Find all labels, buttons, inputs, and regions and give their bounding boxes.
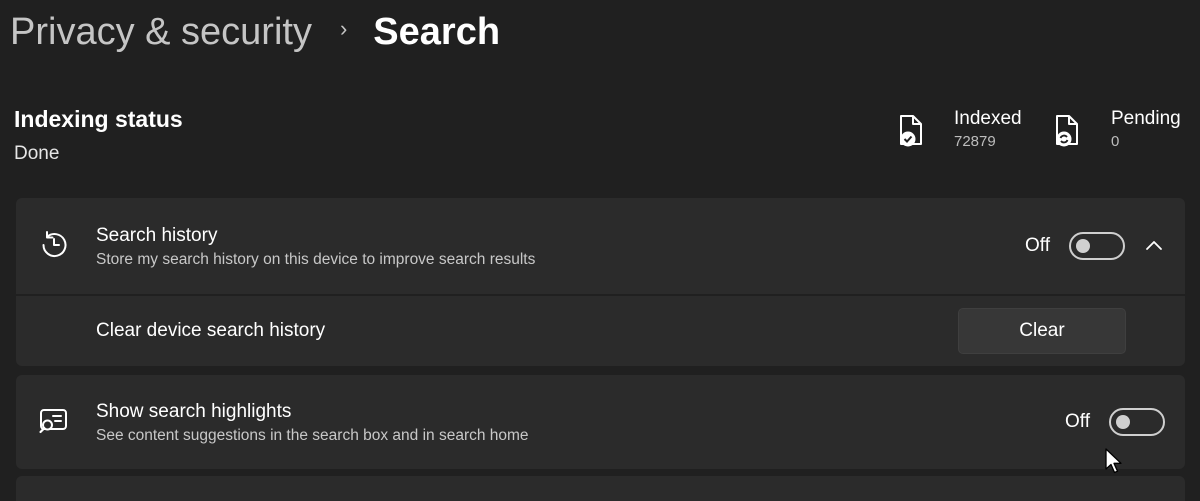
history-icon bbox=[42, 231, 67, 258]
indexed-stat: Indexed 72879 bbox=[898, 108, 1022, 150]
search-history-card[interactable]: Search history Store my search history o… bbox=[16, 198, 1185, 294]
pending-count: 0 bbox=[1111, 133, 1120, 150]
indexed-label: Indexed bbox=[954, 108, 1022, 129]
breadcrumb: Privacy & security › Search bbox=[10, 6, 500, 58]
indexed-count: 72879 bbox=[954, 133, 996, 150]
toggle-knob bbox=[1076, 239, 1090, 253]
search-highlights-toggle-group: Off bbox=[1065, 408, 1165, 436]
clear-button[interactable]: Clear bbox=[958, 308, 1126, 354]
search-highlights-icon bbox=[39, 409, 67, 434]
clear-history-title: Clear device search history bbox=[96, 320, 326, 341]
search-history-description: Store my search history on this device t… bbox=[96, 251, 536, 268]
pending-label: Pending bbox=[1111, 108, 1181, 129]
mouse-cursor-icon bbox=[1105, 448, 1122, 474]
search-history-toggle-label: Off bbox=[1025, 235, 1050, 256]
toggle-knob bbox=[1116, 415, 1130, 429]
file-check-icon bbox=[900, 115, 922, 147]
search-highlights-toggle[interactable] bbox=[1109, 408, 1165, 436]
settings-search-page: Privacy & security › Search Indexing sta… bbox=[0, 0, 1200, 501]
page-title: Search bbox=[373, 10, 501, 53]
indexing-status-heading: Indexing status bbox=[14, 106, 183, 132]
indexing-status-value: Done bbox=[14, 143, 60, 164]
next-setting-card[interactable] bbox=[16, 476, 1185, 501]
breadcrumb-separator: › bbox=[339, 16, 348, 41]
search-history-toggle[interactable] bbox=[1069, 232, 1125, 260]
search-highlights-title: Show search highlights bbox=[96, 401, 292, 422]
chevron-up-icon[interactable] bbox=[1142, 234, 1166, 258]
file-sync-icon bbox=[1056, 115, 1078, 147]
search-highlights-card[interactable]: Show search highlights See content sugge… bbox=[16, 375, 1185, 469]
breadcrumb-privacy-security-link[interactable]: Privacy & security bbox=[10, 11, 312, 54]
clear-history-card: Clear device search history Clear bbox=[16, 296, 1185, 366]
pending-stat: Pending 0 bbox=[1054, 108, 1181, 150]
search-history-toggle-group: Off bbox=[1025, 232, 1125, 260]
search-highlights-toggle-label: Off bbox=[1065, 411, 1090, 432]
search-history-title: Search history bbox=[96, 225, 218, 246]
search-highlights-description: See content suggestions in the search bo… bbox=[96, 427, 529, 444]
